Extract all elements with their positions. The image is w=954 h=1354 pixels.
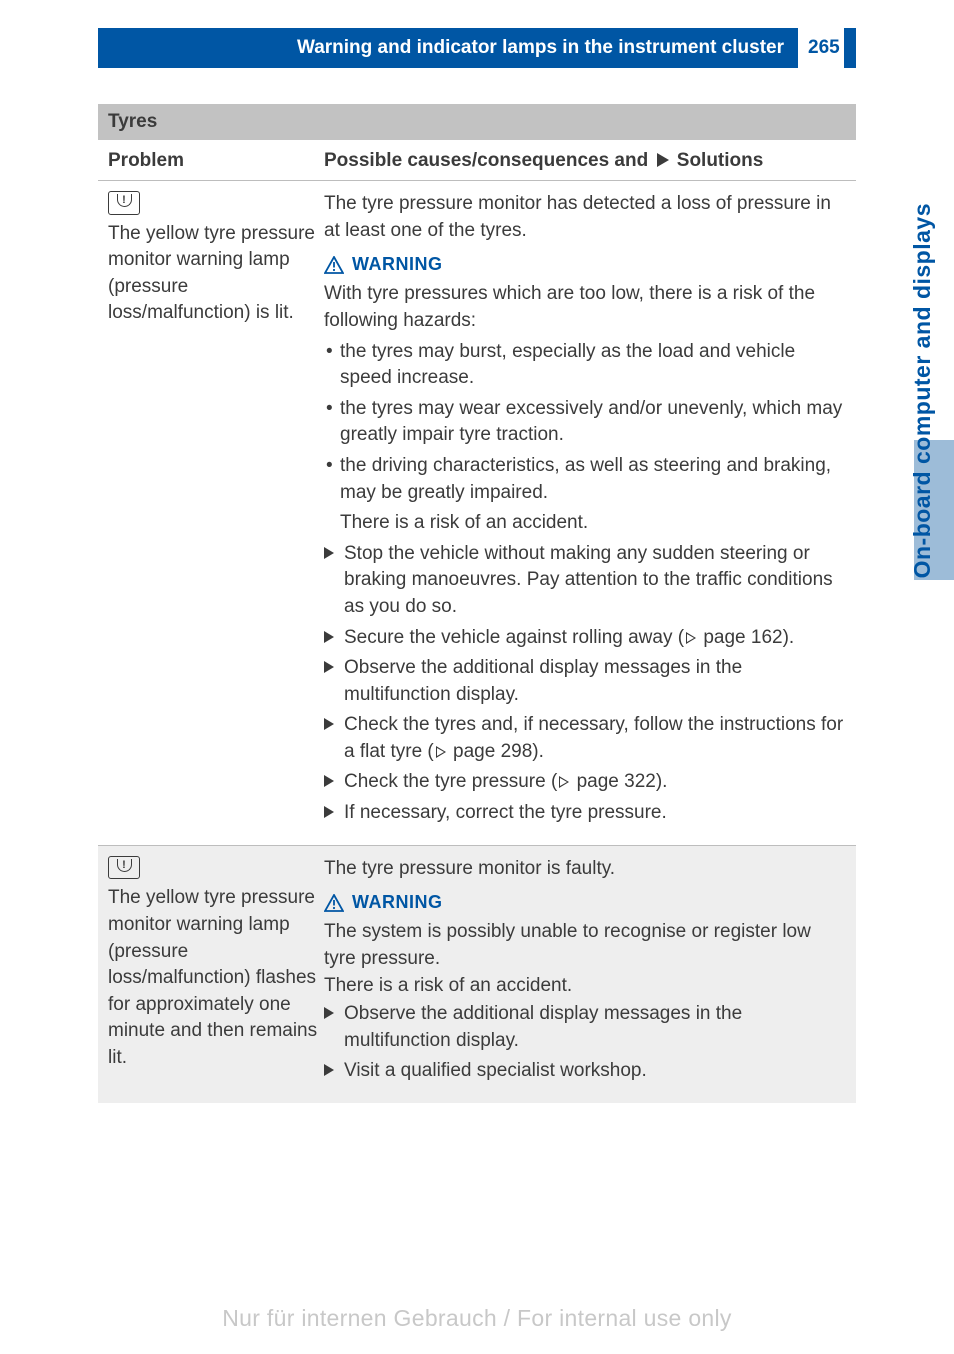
action-page-ref: page 298).	[448, 741, 544, 762]
list-item: the driving characteristics, as well as …	[324, 453, 846, 506]
triangle-right-icon	[324, 775, 334, 787]
problem-cell: The yellow tyre pressure monitor warning…	[108, 856, 324, 1089]
tyre-pressure-warning-icon	[108, 856, 140, 880]
triangle-right-icon	[657, 153, 669, 167]
action-text-prefix: Secure the vehicle against rolling away …	[344, 627, 684, 648]
action-item: Check the tyre pressure ( page 322).	[324, 769, 846, 796]
table-row: The yellow tyre pressure monitor warning…	[98, 845, 856, 1103]
action-item: Visit a qualified specialist workshop.	[324, 1058, 846, 1085]
action-item: If necessary, correct the tyre pressure.	[324, 800, 846, 827]
intro-text: The tyre pressure monitor is faulty.	[324, 856, 846, 883]
page-title: Warning and indicator lamps in the instr…	[297, 37, 784, 59]
action-page-ref: page 322).	[571, 771, 667, 792]
action-text: If necessary, correct the tyre pressure.	[344, 802, 667, 823]
action-page-ref: page 162).	[698, 627, 794, 648]
solution-cell: The tyre pressure monitor is faulty. WAR…	[324, 856, 846, 1089]
action-text: Observe the additional display messages …	[344, 657, 742, 705]
page-header: Warning and indicator lamps in the instr…	[98, 28, 856, 68]
action-item: Stop the vehicle without making any sudd…	[324, 541, 846, 621]
triangle-right-icon	[324, 1064, 334, 1076]
warning-heading: WARNING	[324, 252, 846, 277]
warning-label-text: WARNING	[352, 890, 443, 915]
table-row: The yellow tyre pressure monitor warning…	[98, 181, 856, 845]
problem-text: The yellow tyre pressure monitor warning…	[108, 885, 324, 1071]
triangle-right-icon	[324, 547, 334, 559]
col-header-solutions-suffix: Solutions	[677, 150, 764, 171]
action-text: Observe the additional display messages …	[344, 1003, 742, 1051]
col-header-solutions-prefix: Possible causes/consequences and	[324, 150, 648, 171]
action-item: Observe the additional display messages …	[324, 1001, 846, 1054]
accident-risk-text: There is a risk of an accident.	[324, 510, 846, 537]
triangle-right-icon	[324, 661, 334, 673]
action-text-prefix: Check the tyre pressure (	[344, 771, 557, 792]
problem-text: The yellow tyre pressure monitor warning…	[108, 221, 324, 327]
warning-text-2: There is a risk of an accident.	[324, 973, 846, 1000]
table-header-row: Problem Possible causes/consequences and…	[98, 140, 856, 181]
action-item: Check the tyres and, if necessary, follo…	[324, 712, 846, 765]
action-text: Stop the vehicle without making any sudd…	[344, 543, 833, 617]
triangle-right-icon	[324, 718, 334, 730]
page-ref-icon	[436, 746, 446, 758]
action-text: Visit a qualified specialist workshop.	[344, 1060, 647, 1081]
problem-cell: The yellow tyre pressure monitor warning…	[108, 191, 324, 831]
page-ref-icon	[559, 776, 569, 788]
actions-list: Observe the additional display messages …	[324, 1001, 846, 1085]
page-ref-icon	[686, 632, 696, 644]
warning-triangle-icon	[324, 256, 344, 274]
side-tab: On-board computer and displays	[900, 108, 944, 578]
warning-heading: WARNING	[324, 890, 846, 915]
action-item: Observe the additional display messages …	[324, 655, 846, 708]
list-item: the tyres may wear excessively and/or un…	[324, 396, 846, 449]
list-item: the tyres may burst, especially as the l…	[324, 339, 846, 392]
solution-cell: The tyre pressure monitor has detected a…	[324, 191, 846, 831]
warning-text-1: The system is possibly unable to recogni…	[324, 919, 846, 972]
triangle-right-icon	[324, 1007, 334, 1019]
warning-text: With tyre pressures which are too low, t…	[324, 281, 846, 334]
column-header-solutions: Possible causes/consequences and Solutio…	[324, 150, 846, 172]
page-number: 265	[798, 28, 844, 68]
warning-triangle-icon	[324, 894, 344, 912]
tyre-pressure-warning-icon	[108, 191, 140, 215]
actions-list: Stop the vehicle without making any sudd…	[324, 541, 846, 827]
triangle-right-icon	[324, 806, 334, 818]
action-text-prefix: Check the tyres and, if necessary, follo…	[344, 714, 843, 762]
action-item: Secure the vehicle against rolling away …	[324, 625, 846, 652]
intro-text: The tyre pressure monitor has detected a…	[324, 191, 846, 244]
section-title: Tyres	[98, 104, 856, 140]
triangle-right-icon	[324, 631, 334, 643]
warning-label-text: WARNING	[352, 252, 443, 277]
hazard-list: the tyres may burst, especially as the l…	[324, 339, 846, 507]
column-header-problem: Problem	[108, 150, 324, 172]
side-tab-label: On-board computer and displays	[909, 203, 936, 578]
footer-watermark: Nur für internen Gebrauch / For internal…	[0, 1305, 954, 1332]
page-content: Warning and indicator lamps in the instr…	[0, 0, 856, 1103]
